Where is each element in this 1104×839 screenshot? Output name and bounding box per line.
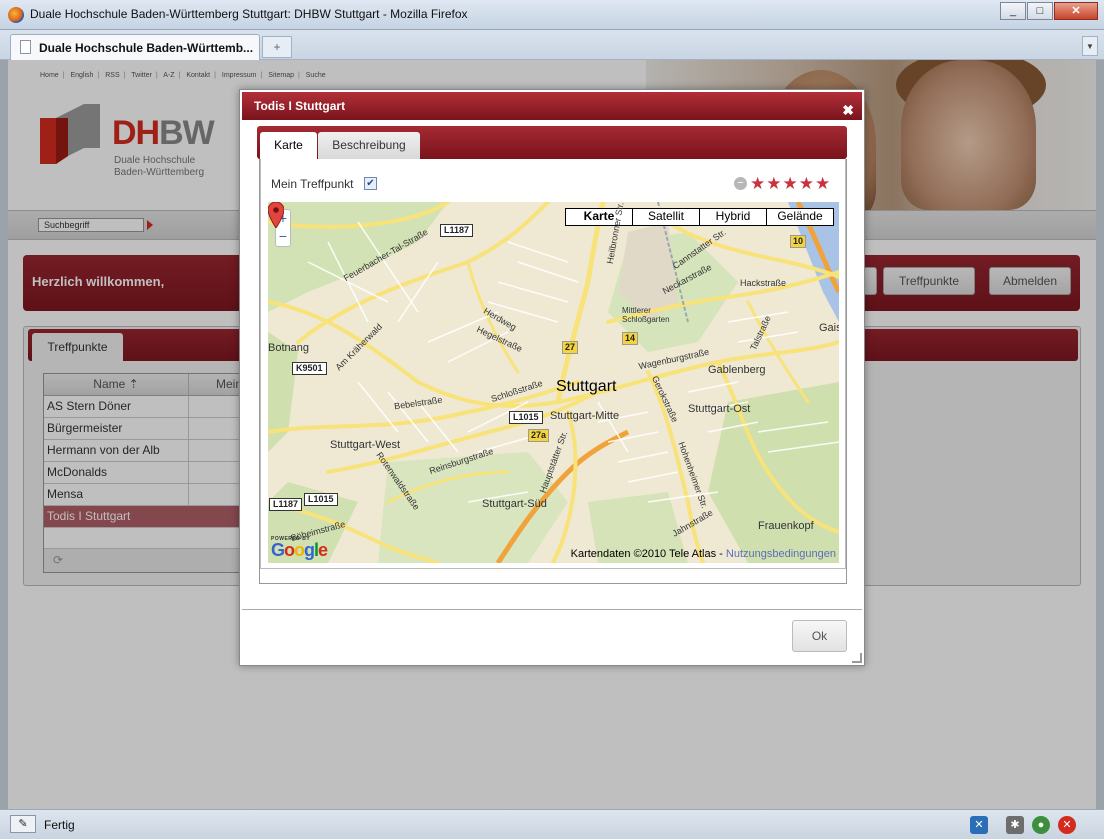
road-shield-yellow: 27a <box>528 429 550 442</box>
road-shield: L1187 <box>440 224 474 237</box>
maximize-button[interactable]: □ <box>1027 2 1053 20</box>
road-shield-yellow: 27 <box>562 341 579 354</box>
stop-icon[interactable]: ✕ <box>1058 816 1076 834</box>
map-marker-icon[interactable] <box>268 202 284 228</box>
window-titlebar: Duale Hochschule Baden-Württemberg Stutt… <box>0 0 1104 30</box>
status-text: Fertig <box>44 818 75 832</box>
map-tiles <box>268 202 839 563</box>
tab-karte[interactable]: Karte <box>260 132 317 159</box>
star-icon[interactable]: ★ <box>750 175 765 192</box>
dialog-footer-divider <box>242 609 862 610</box>
mein-treffpunkt-label: Mein Treffpunkt <box>271 177 354 191</box>
map-district-label: Gais <box>819 322 839 334</box>
map-district-label: Stuttgart-Süd <box>482 498 547 510</box>
map-district-label: Stuttgart-Ost <box>688 403 751 415</box>
map-city-label: Stuttgart <box>556 378 617 395</box>
window-title: Duale Hochschule Baden-Württemberg Stutt… <box>30 7 468 21</box>
firefox-icon <box>8 7 24 23</box>
tab-list-button[interactable]: ▼ <box>1082 36 1098 56</box>
bug-icon[interactable]: ✱ <box>1006 816 1024 834</box>
map-type-control: Karte Satellit Hybrid Gelände <box>565 208 834 226</box>
road-shield: L1187 <box>269 498 303 511</box>
map-district-label: Frauenkopf <box>758 520 814 532</box>
map-district-label: Botnang <box>268 342 309 354</box>
star-icon[interactable]: ★ <box>799 175 814 192</box>
powered-by-google-logo[interactable]: POWERED BY Google <box>271 536 328 559</box>
dialog-content: Mein Treffpunkt ✔ − ★ ★ ★ ★ ★ + − Karte … <box>259 159 847 584</box>
karte-panel: Mein Treffpunkt ✔ − ★ ★ ★ ★ ★ + − Karte … <box>260 159 846 569</box>
star-icon[interactable]: ★ <box>766 175 781 192</box>
close-icon[interactable]: ✖ <box>842 96 854 124</box>
clear-rating-icon[interactable]: − <box>734 177 747 190</box>
map-credit: Kartendaten ©2010 Tele Atlas - Nutzungsb… <box>570 548 836 560</box>
globe-icon[interactable]: ● <box>1032 816 1050 834</box>
new-tab-button[interactable]: + <box>262 36 292 58</box>
map-road-label: Hackstraße <box>740 278 787 288</box>
tab-beschreibung[interactable]: Beschreibung <box>318 132 420 159</box>
browser-tab[interactable]: Duale Hochschule Baden-Württemb... <box>10 34 260 60</box>
browser-tab-label: Duale Hochschule Baden-Württemb... <box>39 41 254 55</box>
map-district-label: Stuttgart-West <box>330 439 401 451</box>
browser-statusbar: ✎ Fertig ✕ ✱ ● ✕ <box>0 809 1104 839</box>
zoom-out-button[interactable]: − <box>276 228 290 246</box>
map-district-label: Stuttgart-Mitte <box>550 410 620 422</box>
close-window-button[interactable]: ✕ <box>1054 2 1098 20</box>
map-district-label: Mittlerer Schloßgarten <box>622 306 670 324</box>
resize-handle-icon[interactable] <box>852 653 862 663</box>
google-map[interactable]: + − Karte Satellit Hybrid Gelände Feuerb… <box>268 202 839 563</box>
road-shield-yellow: 14 <box>622 332 639 345</box>
map-type-satellit[interactable]: Satellit <box>632 209 699 225</box>
map-type-gelaende[interactable]: Gelände <box>766 209 833 225</box>
extension-icon[interactable]: ✕ <box>970 816 988 834</box>
star-icon[interactable]: ★ <box>783 175 798 192</box>
dialog-tabbar: Karte Beschreibung <box>257 126 847 159</box>
dialog-title: Todis I Stuttgart ✖ <box>242 92 862 120</box>
pen-icon[interactable]: ✎ <box>10 815 36 833</box>
browser-tabbar: Duale Hochschule Baden-Württemb... + ▼ <box>0 30 1104 60</box>
mein-treffpunkt-checkbox[interactable]: ✔ <box>364 177 377 190</box>
rating-stars: − ★ ★ ★ ★ ★ <box>734 175 830 192</box>
star-icon[interactable]: ★ <box>815 175 830 192</box>
road-shield: K9501 <box>292 362 327 375</box>
window-controls: _ □ ✕ <box>999 2 1098 20</box>
road-shield: L1015 <box>509 411 543 424</box>
ok-button[interactable]: Ok <box>792 620 847 652</box>
page-icon <box>20 40 31 54</box>
minimize-button[interactable]: _ <box>1000 2 1026 20</box>
map-type-hybrid[interactable]: Hybrid <box>699 209 766 225</box>
road-shield-yellow: 10 <box>790 235 807 248</box>
terms-link[interactable]: Nutzungsbedingungen <box>726 548 836 560</box>
map-district-label: Gablenberg <box>708 364 766 376</box>
treffpunkt-dialog: Todis I Stuttgart ✖ Karte Beschreibung M… <box>239 89 865 666</box>
road-shield: L1015 <box>304 493 338 506</box>
